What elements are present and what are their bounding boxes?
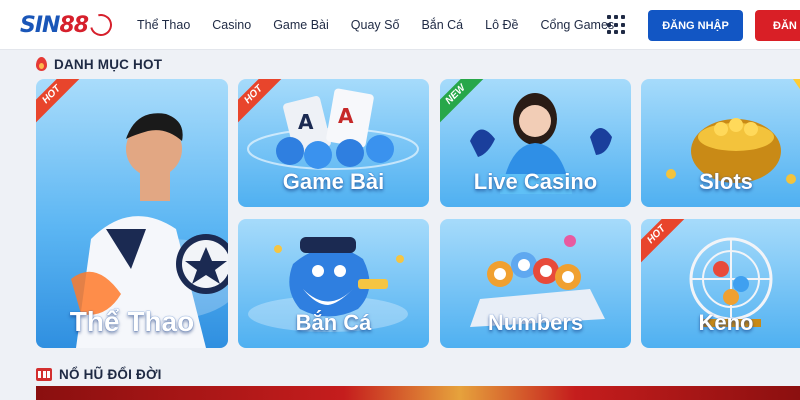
main-nav: Thể Thao Casino Game Bài Quay Số Bắn Cá … xyxy=(126,0,625,50)
card-label-numbers: Numbers xyxy=(487,310,584,335)
nav-item-quay-so[interactable]: Quay Số xyxy=(340,18,411,32)
logo-number: 88 xyxy=(59,12,89,38)
card-label-ban-ca: Bắn Cá xyxy=(295,310,372,335)
logo-emblem-icon xyxy=(86,9,117,41)
card-keno[interactable]: HOT Keno xyxy=(641,219,800,348)
register-button[interactable]: ĐĂN xyxy=(755,10,800,41)
login-button[interactable]: ĐĂNG NHẬP xyxy=(648,10,743,41)
nav-item-game-bai[interactable]: Game Bài xyxy=(262,18,340,32)
nav-item-lo-de[interactable]: Lô Đề xyxy=(474,18,529,32)
card-live-casino[interactable]: NEW Live Casino xyxy=(440,79,631,207)
apps-grid-icon[interactable] xyxy=(607,15,627,35)
card-slots[interactable]: Slots xyxy=(641,79,800,207)
card-label-slots: Slots xyxy=(699,169,753,194)
nav-item-ban-ca[interactable]: Bắn Cá xyxy=(410,18,474,32)
flame-icon xyxy=(36,57,47,71)
jackpot-banner[interactable] xyxy=(36,386,800,400)
card-label-the-thao: Thể Thao xyxy=(69,306,195,337)
card-label-keno: Keno xyxy=(698,310,754,335)
logo-text: SIN xyxy=(20,12,60,38)
card-ban-ca[interactable]: Bắn Cá xyxy=(238,219,429,348)
card-label-game-bai: Game Bài xyxy=(282,169,385,194)
section-title-jackpot: NỔ HŨ ĐỔI ĐỜI xyxy=(36,365,162,383)
brand-logo[interactable]: SIN88 xyxy=(20,9,117,41)
nav-item-casino[interactable]: Casino xyxy=(201,18,262,32)
svg-text:A: A xyxy=(298,110,314,134)
nav-item-the-thao[interactable]: Thể Thao xyxy=(126,18,201,32)
card-game-bai[interactable]: A A HOT Game Bài xyxy=(238,79,429,207)
top-header: SIN88 Thể Thao Casino Game Bài Quay Số B… xyxy=(0,0,800,50)
card-the-thao[interactable]: HOT Thể Thao xyxy=(36,79,228,348)
svg-text:A: A xyxy=(338,104,354,128)
section-title-hot: DANH MỤC HOT xyxy=(36,55,162,73)
section-title-jackpot-text: NỔ HŨ ĐỔI ĐỜI xyxy=(59,366,162,382)
card-label-live-casino: Live Casino xyxy=(473,169,598,194)
card-numbers[interactable]: Numbers xyxy=(440,219,631,348)
section-title-hot-text: DANH MỤC HOT xyxy=(54,56,163,72)
slot-machine-icon xyxy=(36,367,52,381)
